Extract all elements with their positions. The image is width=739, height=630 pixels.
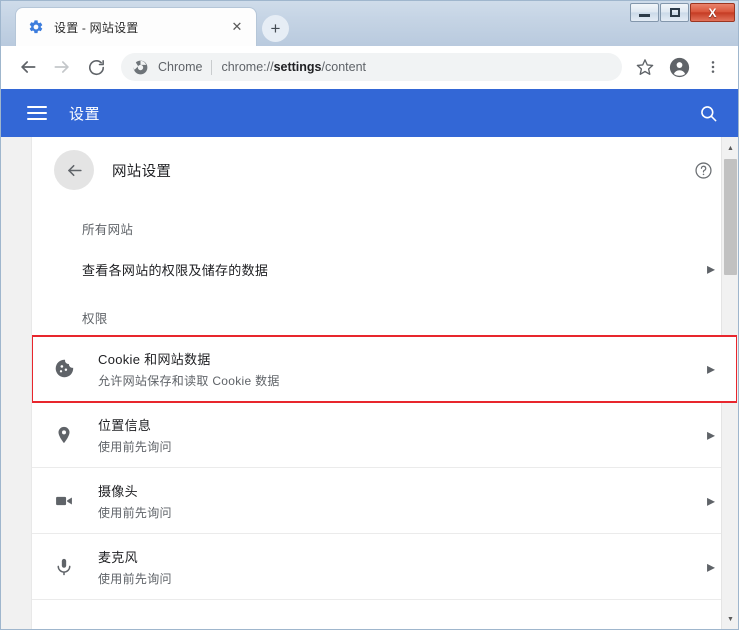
chevron-right-icon: ▸ (705, 425, 717, 445)
minimize-button[interactable] (630, 3, 659, 22)
maximize-button[interactable] (660, 3, 689, 22)
section-heading-permissions: 权限 (32, 292, 737, 335)
profile-avatar-button[interactable] (662, 50, 696, 84)
settings-card: 网站设置 所有网站 查看各网站的权限及储存的数据 ▸ 权限 (31, 137, 738, 630)
permission-description: 使用前先询问 (98, 438, 705, 455)
permission-name: 麦克风 (98, 547, 705, 566)
permission-text: 麦克风 使用前先询问 (98, 547, 705, 587)
scrollbar-thumb[interactable] (724, 159, 737, 275)
settings-gear-favicon (28, 19, 44, 35)
url-text: chrome://settings/content (221, 60, 366, 74)
page-title: 网站设置 (112, 160, 691, 181)
search-icon[interactable] (696, 101, 720, 125)
browser-menu-button[interactable] (696, 50, 730, 84)
url-bold-segment: settings (274, 60, 322, 74)
scroll-down-arrow-icon[interactable]: ▼ (722, 611, 739, 628)
close-window-button[interactable]: X (690, 3, 735, 22)
settings-header: 设置 (1, 89, 738, 137)
hamburger-menu-icon[interactable] (27, 106, 47, 120)
browser-toolbar: Chrome chrome://settings/content (1, 46, 738, 89)
maximize-icon (670, 8, 680, 17)
permission-text: 摄像头 使用前先询问 (98, 481, 705, 521)
back-button[interactable] (11, 50, 45, 84)
browser-window: 设置 - 网站设置 ✕ + X (0, 0, 739, 630)
permission-name: Cookie 和网站数据 (98, 349, 705, 368)
permission-text: 位置信息 使用前先询问 (98, 415, 705, 455)
chevron-right-icon: ▸ (705, 557, 717, 577)
bookmark-star-button[interactable] (628, 50, 662, 84)
cookie-icon (52, 357, 76, 381)
permission-row-microphone[interactable]: 麦克风 使用前先询问 ▸ (32, 534, 737, 600)
security-chip-label: Chrome (158, 60, 202, 74)
settings-title: 设置 (69, 103, 696, 124)
close-icon[interactable]: ✕ (228, 18, 246, 36)
back-arrow-icon[interactable] (54, 150, 94, 190)
permission-description: 使用前先询问 (98, 570, 705, 587)
settings-content-area: 网站设置 所有网站 查看各网站的权限及储存的数据 ▸ 权限 (1, 137, 738, 630)
chevron-right-icon: ▸ (705, 359, 717, 379)
new-tab-button[interactable]: + (262, 15, 289, 42)
chrome-logo-icon (133, 60, 149, 75)
page-title-row: 网站设置 (32, 137, 737, 203)
url-prefix: chrome:// (221, 60, 273, 74)
left-gutter (1, 137, 31, 630)
hamburger-line (27, 118, 47, 120)
permission-description: 使用前先询问 (98, 504, 705, 521)
row-label: 查看各网站的权限及储存的数据 (82, 260, 705, 279)
permission-name: 摄像头 (98, 481, 705, 500)
permissions-list: Cookie 和网站数据 允许网站保存和读取 Cookie 数据 ▸ 位置信息 … (32, 335, 737, 600)
scroll-up-arrow-icon[interactable]: ▲ (722, 140, 739, 157)
location-pin-icon (52, 423, 76, 447)
tab-strip: 设置 - 网站设置 ✕ + X (1, 1, 738, 46)
permission-description: 允许网站保存和读取 Cookie 数据 (98, 372, 705, 389)
chevron-right-icon: ▸ (705, 259, 717, 279)
microphone-icon (52, 555, 76, 579)
window-controls: X (630, 3, 735, 22)
omnibox-divider (211, 60, 212, 75)
permission-name: 位置信息 (98, 415, 705, 434)
section-heading-all-sites: 所有网站 (32, 203, 737, 246)
browser-tab-settings[interactable]: 设置 - 网站设置 ✕ (15, 7, 257, 46)
permission-text: Cookie 和网站数据 允许网站保存和读取 Cookie 数据 (98, 349, 705, 389)
permission-row-cookies[interactable]: Cookie 和网站数据 允许网站保存和读取 Cookie 数据 ▸ (32, 336, 737, 402)
minimize-icon (639, 14, 650, 17)
video-camera-icon (52, 489, 76, 513)
address-bar[interactable]: Chrome chrome://settings/content (121, 53, 622, 81)
hamburger-line (27, 112, 47, 114)
chevron-right-icon: ▸ (705, 491, 717, 511)
permission-row-camera[interactable]: 摄像头 使用前先询问 ▸ (32, 468, 737, 534)
help-icon[interactable] (691, 158, 715, 182)
hamburger-line (27, 106, 47, 108)
row-view-permissions-and-data[interactable]: 查看各网站的权限及储存的数据 ▸ (32, 246, 737, 292)
reload-button[interactable] (79, 50, 113, 84)
forward-button[interactable] (45, 50, 79, 84)
permission-row-location[interactable]: 位置信息 使用前先询问 ▸ (32, 402, 737, 468)
tab-title: 设置 - 网站设置 (54, 19, 228, 36)
url-suffix: /content (322, 60, 366, 74)
